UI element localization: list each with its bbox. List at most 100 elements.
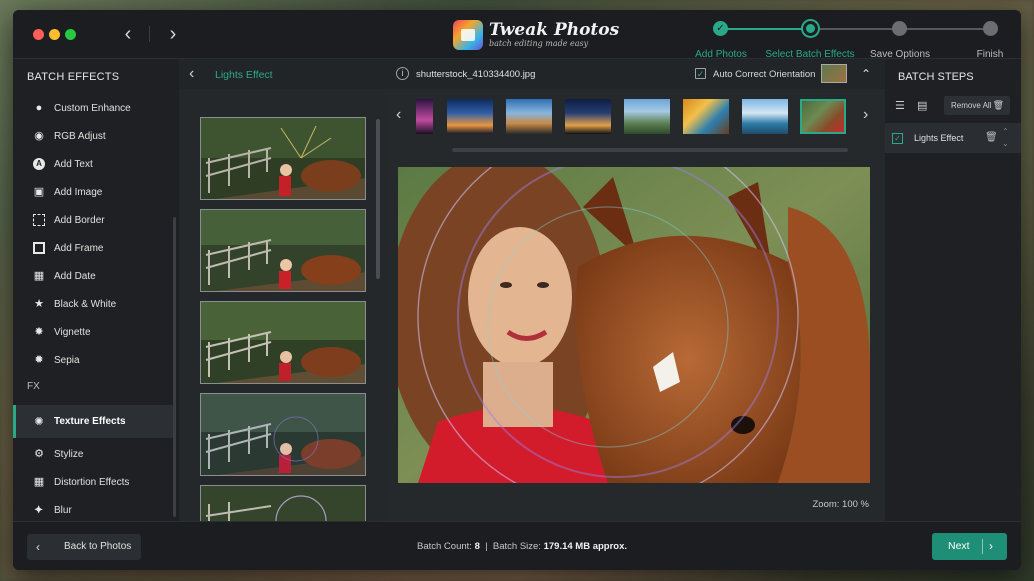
minimize-window-button[interactable] <box>49 29 60 40</box>
list-view-icon[interactable]: ☰ <box>895 99 905 112</box>
effect-label: Blur <box>54 504 72 516</box>
app-logo: Tweak Photos batch editing made easy <box>453 18 619 52</box>
effect-label: Add Date <box>54 270 96 282</box>
batch-effects-title: BATCH EFFECTS <box>27 71 120 83</box>
delete-step-icon[interactable]: 🗑 <box>985 132 998 143</box>
grid-icon: ▦ <box>33 476 45 488</box>
effect-label: Vignette <box>54 326 91 338</box>
rgb-icon: ◉ <box>34 130 44 142</box>
effects-scrollbar[interactable] <box>173 217 176 517</box>
effect-label: Distortion Effects <box>54 476 130 488</box>
maximize-window-button[interactable] <box>65 29 76 40</box>
strip-thumb[interactable] <box>506 99 552 134</box>
next-divider <box>982 539 983 554</box>
remove-all-button[interactable]: Remove All 🗑 <box>944 96 1010 115</box>
effect-preview-thumb[interactable] <box>200 301 366 384</box>
back-chevron-icon: ‹ <box>36 540 40 554</box>
strip-scrollbar[interactable] <box>452 148 848 152</box>
effect-label: Add Image <box>54 186 103 198</box>
batch-step-name: Lights Effect <box>914 133 964 143</box>
effect-distortion-effects[interactable]: ▦ Distortion Effects <box>13 468 173 496</box>
nav-forward-icon[interactable]: › <box>162 23 184 45</box>
fx-section-label: FX <box>27 381 40 392</box>
auto-correct-label[interactable]: Auto Correct Orientation <box>713 69 815 80</box>
zoom-level: Zoom: 100 % <box>812 499 870 510</box>
current-photo-mini-thumb <box>821 64 847 83</box>
strip-thumb[interactable] <box>447 99 493 134</box>
auto-correct-checkbox[interactable]: ✓ <box>695 68 706 79</box>
logo-title: Tweak Photos <box>489 20 620 40</box>
strip-next-icon[interactable]: › <box>863 106 868 124</box>
step-checkbox[interactable]: ✓ <box>892 133 903 144</box>
effect-label: Add Frame <box>54 242 104 254</box>
effect-label: Black & White <box>54 298 117 310</box>
batch-step-row[interactable]: ✓ Lights Effect 🗑 ⌃ ⌄ <box>885 123 1021 153</box>
effect-texture-effects[interactable]: ✺ Texture Effects <box>13 405 173 438</box>
effect-label: Sepia <box>54 354 80 366</box>
texture-icon: ✺ <box>34 415 44 428</box>
effect-label: Stylize <box>54 448 84 460</box>
star-icon: ★ <box>34 298 44 310</box>
strip-thumb-selected[interactable] <box>800 99 846 134</box>
step-connector-done <box>721 28 810 30</box>
text-icon: A <box>33 158 45 170</box>
calendar-icon: ▦ <box>33 270 45 282</box>
effect-add-date[interactable]: ▦ Add Date <box>13 262 173 290</box>
effect-black-white[interactable]: ★ Black & White <box>13 290 173 318</box>
effect-preview-thumb[interactable] <box>200 485 366 525</box>
effect-add-border[interactable]: Add Border <box>13 206 173 234</box>
move-up-icon[interactable]: ⌃ <box>1002 127 1009 136</box>
nav-divider <box>149 26 150 42</box>
preview-scrollbar[interactable] <box>376 119 380 279</box>
stylize-icon: ⚙ <box>34 448 44 460</box>
effect-custom-enhance[interactable]: ● Custom Enhance <box>13 94 173 122</box>
strip-thumb[interactable] <box>742 99 788 134</box>
info-icon[interactable]: i <box>396 67 409 80</box>
next-chevron-icon: › <box>989 539 993 553</box>
effect-stylize[interactable]: ⚙ Stylize <box>13 440 173 468</box>
effect-preview-thumb[interactable] <box>200 117 366 200</box>
nav-back-icon[interactable]: ‹ <box>117 23 139 45</box>
main-photo-preview[interactable] <box>398 167 870 483</box>
effect-preview-thumb[interactable] <box>200 209 366 292</box>
back-chevron-icon[interactable]: ‹ <box>189 65 194 83</box>
effect-add-image[interactable]: ▣ Add Image <box>13 178 173 206</box>
file-name: shutterstock_410334400.jpg <box>416 69 536 80</box>
collapse-chevron-icon[interactable]: ⌃ <box>861 67 871 81</box>
batch-steps-panel: BATCH STEPS ☰ ▤ Remove All 🗑 ✓ Lights Ef… <box>885 59 1021 521</box>
strip-prev-icon[interactable]: ‹ <box>396 106 401 124</box>
back-to-photos-label: Back to Photos <box>64 541 132 552</box>
effect-vignette[interactable]: ✸ Vignette <box>13 318 173 346</box>
batch-effects-panel: BATCH EFFECTS ● Custom Enhance ◉ RGB Adj… <box>13 59 179 521</box>
effect-preview-thumb[interactable] <box>200 393 366 476</box>
strip-thumb[interactable] <box>624 99 670 134</box>
effect-label: Custom Enhance <box>54 102 131 114</box>
close-window-button[interactable] <box>33 29 44 40</box>
effect-sepia[interactable]: ✹ Sepia <box>13 346 173 374</box>
strip-thumb[interactable] <box>565 99 611 134</box>
strip-thumb[interactable] <box>416 99 433 134</box>
effect-blur[interactable]: ⯌ Blur <box>13 496 173 524</box>
effect-label: Add Text <box>54 158 93 170</box>
batch-steps-title: BATCH STEPS <box>898 71 974 83</box>
back-to-photos-button[interactable]: ‹ Back to Photos <box>27 534 141 560</box>
step-4-dot <box>983 21 998 36</box>
effect-label: Texture Effects <box>54 416 126 427</box>
file-info-bar: i shutterstock_410334400.jpg ✓ Auto Corr… <box>385 59 885 89</box>
move-down-icon[interactable]: ⌄ <box>1002 139 1009 148</box>
effect-preview-column: ‹ Lights Effect <box>179 59 385 525</box>
effect-add-frame[interactable]: Add Frame <box>13 234 173 262</box>
compact-view-icon[interactable]: ▤ <box>917 99 927 112</box>
effect-add-text[interactable]: A Add Text <box>13 150 173 178</box>
remove-all-label: Remove All <box>951 101 992 110</box>
next-button[interactable]: Next › <box>932 533 1007 560</box>
batch-count-value: 8 <box>474 541 480 552</box>
drop-icon: ⯌ <box>34 504 44 516</box>
frame-icon <box>33 242 45 254</box>
image-icon: ▣ <box>33 186 45 198</box>
next-label: Next <box>948 540 970 552</box>
strip-thumb[interactable] <box>683 99 729 134</box>
effect-rgb-adjust[interactable]: ◉ RGB Adjust <box>13 122 173 150</box>
bulb-icon: ● <box>35 102 43 114</box>
progress-steps: ✓ Add Photos Select Batch Effects Save O… <box>673 18 1021 60</box>
